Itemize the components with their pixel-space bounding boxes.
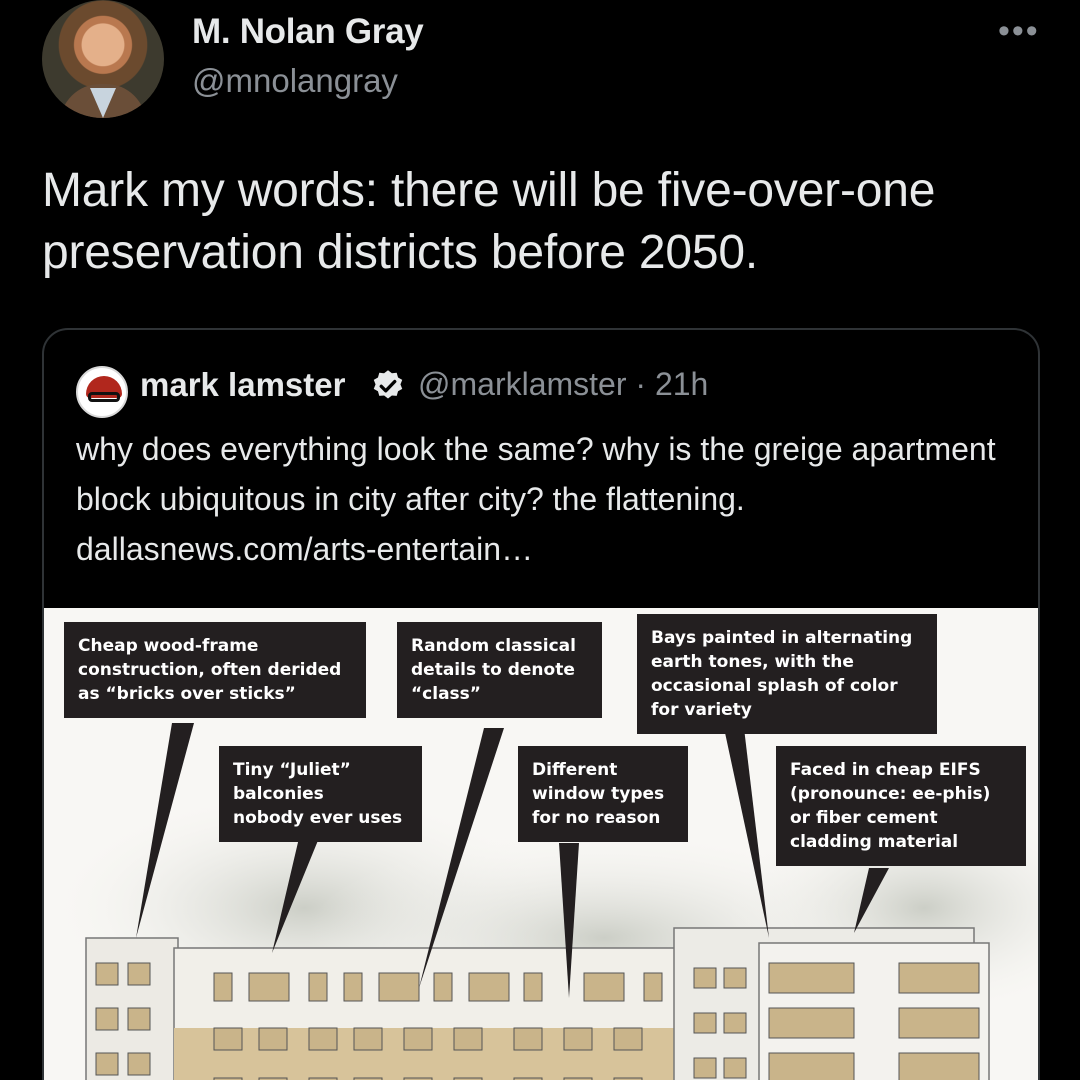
callout-eifs-cladding: Faced in cheap EIFS (pronounce: ee-phis)… [776, 746, 1026, 866]
quoted-tweet-image[interactable]: Cheap wood-frame construction, often der… [44, 608, 1038, 1080]
quoted-tweet-card[interactable]: mark lamster @marklamster · 21h why does… [42, 328, 1040, 1080]
author-avatar[interactable] [42, 0, 164, 118]
quoted-handle-time: @marklamster · 21h [418, 366, 709, 402]
tweet-text: Mark my words: there will be five-over-o… [42, 164, 936, 279]
quoted-tweet-text: why does everything look the same? why i… [76, 431, 996, 567]
author-name[interactable]: M. Nolan Gray [192, 12, 424, 52]
callout-juliet-balconies: Tiny “Juliet” balconies nobody ever uses [219, 746, 422, 842]
callout-wood-frame: Cheap wood-frame construction, often der… [64, 622, 366, 718]
quoted-author-name[interactable]: mark lamster [140, 366, 345, 404]
author-handle[interactable]: @mnolangray [192, 62, 398, 100]
callout-earth-tones: Bays painted in alternating earth tones,… [637, 614, 937, 734]
verified-badge-icon [373, 370, 403, 399]
callout-window-types: Different window types for no reason [518, 746, 688, 842]
quoted-author-avatar[interactable] [76, 366, 128, 418]
callout-classical-details: Random classical details to denote “clas… [397, 622, 602, 718]
more-options-button[interactable]: ••• [998, 12, 1040, 51]
